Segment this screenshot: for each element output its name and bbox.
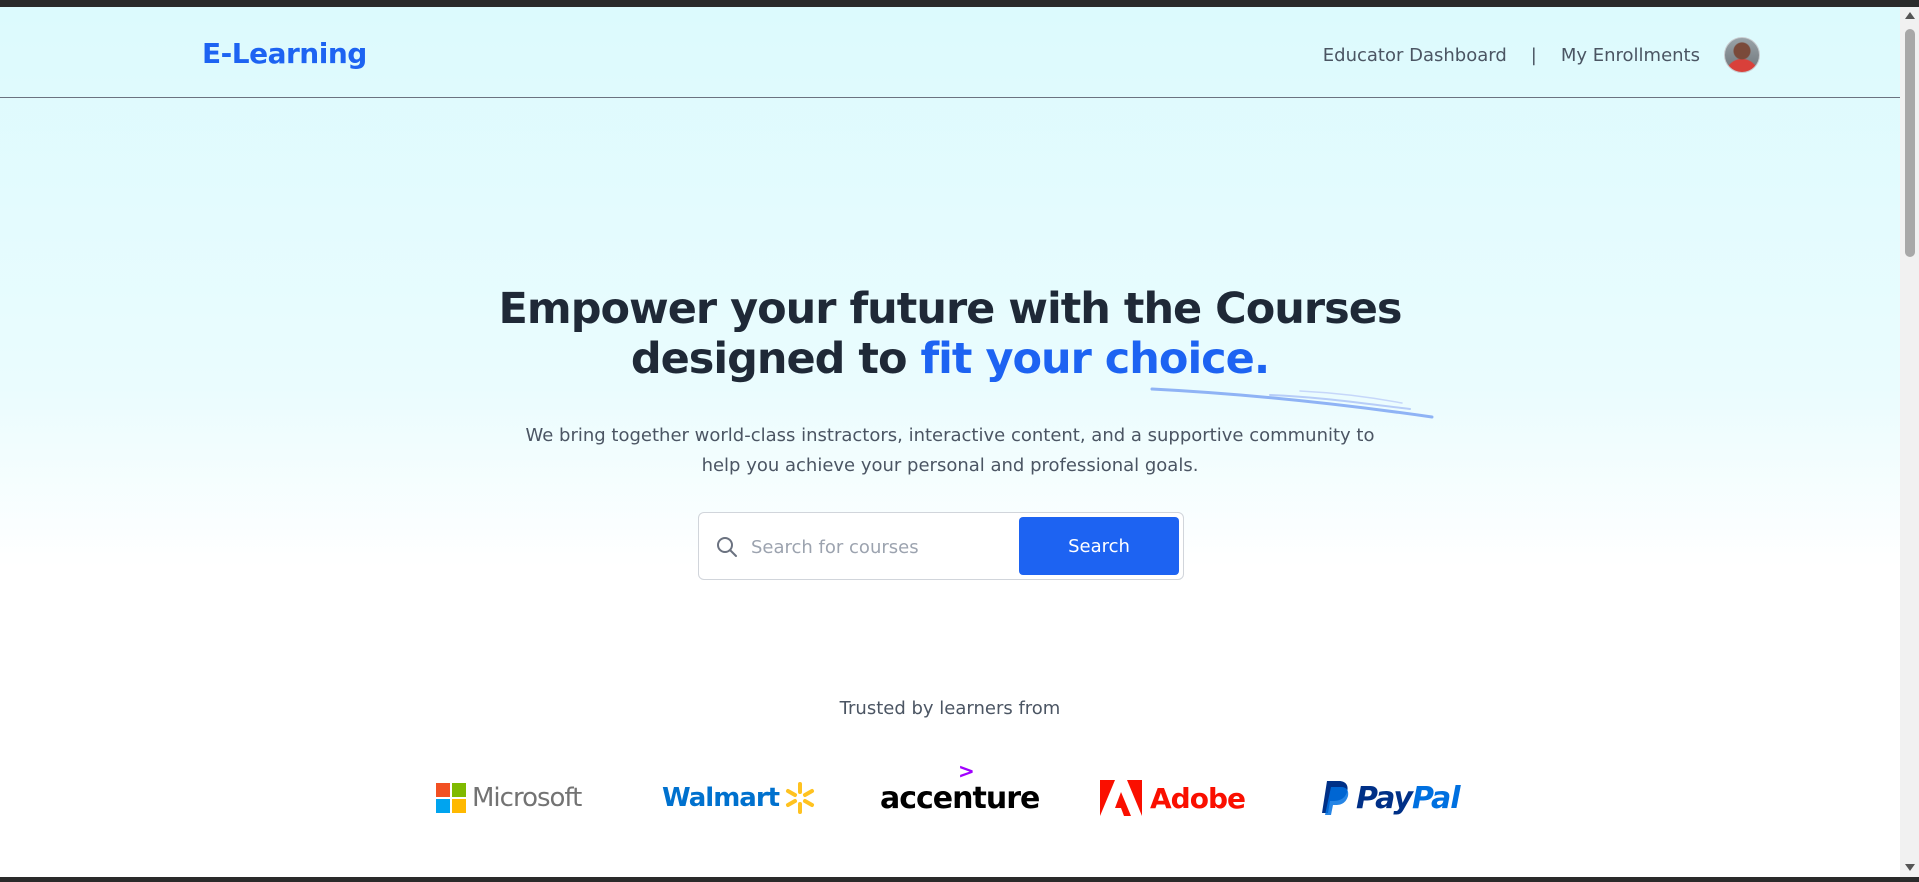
search-icon (717, 537, 737, 557)
walmart-spark-icon (786, 782, 815, 814)
vertical-scrollbar[interactable] (1900, 7, 1919, 877)
walmart-logo: Walmart (662, 775, 817, 821)
microsoft-logo: Microsoft (436, 775, 582, 821)
search-button[interactable]: Search (1019, 517, 1179, 575)
site-logo[interactable]: E-Learning (202, 37, 367, 70)
paypal-logo: PayPal (1320, 775, 1461, 821)
search-form: Search (698, 512, 1184, 580)
scroll-down-arrow-icon[interactable] (1905, 864, 1915, 871)
nav-separator: | (1530, 44, 1537, 66)
paypal-logo-text: PayPal (1356, 780, 1461, 816)
microsoft-grid-icon (436, 783, 466, 813)
walmart-logo-text: Walmart (662, 783, 780, 813)
accenture-logo-text: accenture (880, 780, 1040, 816)
page-viewport: E-Learning Educator Dashboard | My Enrol… (0, 7, 1900, 877)
scrollbar-thumb[interactable] (1905, 29, 1915, 257)
navbar: E-Learning Educator Dashboard | My Enrol… (0, 7, 1900, 98)
educator-dashboard-link[interactable]: Educator Dashboard (1323, 45, 1507, 66)
paypal-p-icon (1322, 781, 1349, 815)
company-logos: Microsoft Walmart > accenture Adobe PayP… (436, 759, 1461, 821)
adobe-logo: Adobe (1100, 775, 1246, 821)
nav-links: Educator Dashboard | My Enrollments (1323, 35, 1760, 75)
adobe-logo-text: Adobe (1150, 781, 1246, 815)
accenture-mark-icon: > (958, 759, 975, 783)
hero-subtitle-line1: We bring together world-class instractor… (525, 425, 1375, 446)
scroll-up-arrow-icon[interactable] (1905, 12, 1915, 19)
hero-title-line1: Empower your future with the Courses (498, 284, 1403, 334)
adobe-a-icon (1100, 780, 1142, 816)
user-avatar[interactable] (1724, 37, 1760, 73)
underline-decoration (1150, 387, 1434, 419)
search-input[interactable] (751, 531, 1001, 563)
hero-subtitle-line2: help you achieve your personal and profe… (701, 455, 1199, 476)
trusted-heading: Trusted by learners from (839, 698, 1061, 719)
hero-title-line2-prefix: designed to (630, 334, 921, 384)
microsoft-logo-text: Microsoft (472, 783, 582, 813)
hero-subtitle: We bring together world-class instractor… (0, 421, 1900, 481)
my-enrollments-link[interactable]: My Enrollments (1561, 45, 1700, 66)
hero-title: Empower your future with the Courses des… (0, 284, 1900, 384)
